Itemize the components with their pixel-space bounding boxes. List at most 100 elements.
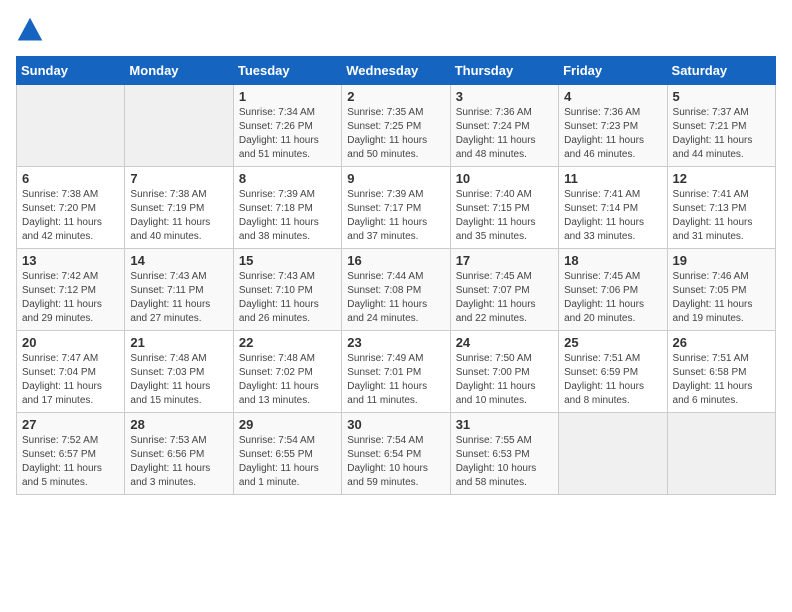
- calendar-cell: 7 Sunrise: 7:38 AMSunset: 7:19 PMDayligh…: [125, 167, 233, 249]
- day-info: Sunrise: 7:34 AMSunset: 7:26 PMDaylight:…: [239, 107, 319, 160]
- calendar-cell: 30 Sunrise: 7:54 AMSunset: 6:54 PMDaylig…: [342, 413, 450, 495]
- day-info: Sunrise: 7:36 AMSunset: 7:24 PMDaylight:…: [456, 107, 536, 160]
- calendar-cell: 6 Sunrise: 7:38 AMSunset: 7:20 PMDayligh…: [17, 167, 125, 249]
- day-number: 2: [347, 89, 444, 104]
- day-number: 3: [456, 89, 553, 104]
- calendar-cell: 9 Sunrise: 7:39 AMSunset: 7:17 PMDayligh…: [342, 167, 450, 249]
- day-number: 17: [456, 253, 553, 268]
- calendar-cell: 31 Sunrise: 7:55 AMSunset: 6:53 PMDaylig…: [450, 413, 558, 495]
- calendar-cell: [17, 85, 125, 167]
- calendar-cell: [125, 85, 233, 167]
- day-number: 28: [130, 417, 227, 432]
- day-info: Sunrise: 7:55 AMSunset: 6:53 PMDaylight:…: [456, 435, 537, 488]
- day-info: Sunrise: 7:38 AMSunset: 7:19 PMDaylight:…: [130, 189, 210, 242]
- calendar-week-row: 13 Sunrise: 7:42 AMSunset: 7:12 PMDaylig…: [17, 249, 776, 331]
- day-number: 9: [347, 171, 444, 186]
- day-number: 14: [130, 253, 227, 268]
- day-info: Sunrise: 7:43 AMSunset: 7:10 PMDaylight:…: [239, 271, 319, 324]
- weekday-header: Tuesday: [233, 57, 341, 85]
- calendar-cell: 23 Sunrise: 7:49 AMSunset: 7:01 PMDaylig…: [342, 331, 450, 413]
- calendar-cell: [559, 413, 667, 495]
- calendar-cell: 29 Sunrise: 7:54 AMSunset: 6:55 PMDaylig…: [233, 413, 341, 495]
- day-info: Sunrise: 7:51 AMSunset: 6:58 PMDaylight:…: [673, 353, 753, 406]
- day-info: Sunrise: 7:39 AMSunset: 7:17 PMDaylight:…: [347, 189, 427, 242]
- day-number: 27: [22, 417, 119, 432]
- calendar-cell: 15 Sunrise: 7:43 AMSunset: 7:10 PMDaylig…: [233, 249, 341, 331]
- day-number: 10: [456, 171, 553, 186]
- day-info: Sunrise: 7:36 AMSunset: 7:23 PMDaylight:…: [564, 107, 644, 160]
- day-info: Sunrise: 7:35 AMSunset: 7:25 PMDaylight:…: [347, 107, 427, 160]
- calendar-cell: 18 Sunrise: 7:45 AMSunset: 7:06 PMDaylig…: [559, 249, 667, 331]
- calendar-cell: 27 Sunrise: 7:52 AMSunset: 6:57 PMDaylig…: [17, 413, 125, 495]
- calendar-cell: 14 Sunrise: 7:43 AMSunset: 7:11 PMDaylig…: [125, 249, 233, 331]
- day-number: 1: [239, 89, 336, 104]
- calendar-cell: 26 Sunrise: 7:51 AMSunset: 6:58 PMDaylig…: [667, 331, 775, 413]
- calendar-cell: 19 Sunrise: 7:46 AMSunset: 7:05 PMDaylig…: [667, 249, 775, 331]
- calendar-cell: 2 Sunrise: 7:35 AMSunset: 7:25 PMDayligh…: [342, 85, 450, 167]
- day-number: 22: [239, 335, 336, 350]
- day-info: Sunrise: 7:51 AMSunset: 6:59 PMDaylight:…: [564, 353, 644, 406]
- weekday-header: Saturday: [667, 57, 775, 85]
- day-number: 31: [456, 417, 553, 432]
- day-number: 24: [456, 335, 553, 350]
- day-info: Sunrise: 7:41 AMSunset: 7:14 PMDaylight:…: [564, 189, 644, 242]
- day-info: Sunrise: 7:49 AMSunset: 7:01 PMDaylight:…: [347, 353, 427, 406]
- day-number: 30: [347, 417, 444, 432]
- calendar-header: SundayMondayTuesdayWednesdayThursdayFrid…: [17, 57, 776, 85]
- day-info: Sunrise: 7:46 AMSunset: 7:05 PMDaylight:…: [673, 271, 753, 324]
- calendar-cell: 3 Sunrise: 7:36 AMSunset: 7:24 PMDayligh…: [450, 85, 558, 167]
- day-number: 25: [564, 335, 661, 350]
- calendar-week-row: 1 Sunrise: 7:34 AMSunset: 7:26 PMDayligh…: [17, 85, 776, 167]
- day-info: Sunrise: 7:42 AMSunset: 7:12 PMDaylight:…: [22, 271, 102, 324]
- calendar-body: 1 Sunrise: 7:34 AMSunset: 7:26 PMDayligh…: [17, 85, 776, 495]
- day-info: Sunrise: 7:52 AMSunset: 6:57 PMDaylight:…: [22, 435, 102, 488]
- day-number: 8: [239, 171, 336, 186]
- calendar-cell: 17 Sunrise: 7:45 AMSunset: 7:07 PMDaylig…: [450, 249, 558, 331]
- day-info: Sunrise: 7:38 AMSunset: 7:20 PMDaylight:…: [22, 189, 102, 242]
- logo: [16, 16, 48, 44]
- weekday-header: Sunday: [17, 57, 125, 85]
- day-info: Sunrise: 7:47 AMSunset: 7:04 PMDaylight:…: [22, 353, 102, 406]
- calendar-cell: 5 Sunrise: 7:37 AMSunset: 7:21 PMDayligh…: [667, 85, 775, 167]
- calendar-cell: 24 Sunrise: 7:50 AMSunset: 7:00 PMDaylig…: [450, 331, 558, 413]
- day-number: 15: [239, 253, 336, 268]
- day-number: 21: [130, 335, 227, 350]
- calendar-cell: 16 Sunrise: 7:44 AMSunset: 7:08 PMDaylig…: [342, 249, 450, 331]
- day-info: Sunrise: 7:50 AMSunset: 7:00 PMDaylight:…: [456, 353, 536, 406]
- day-info: Sunrise: 7:53 AMSunset: 6:56 PMDaylight:…: [130, 435, 210, 488]
- day-number: 7: [130, 171, 227, 186]
- calendar-cell: 28 Sunrise: 7:53 AMSunset: 6:56 PMDaylig…: [125, 413, 233, 495]
- day-number: 12: [673, 171, 770, 186]
- day-info: Sunrise: 7:43 AMSunset: 7:11 PMDaylight:…: [130, 271, 210, 324]
- day-info: Sunrise: 7:54 AMSunset: 6:55 PMDaylight:…: [239, 435, 319, 488]
- day-info: Sunrise: 7:48 AMSunset: 7:02 PMDaylight:…: [239, 353, 319, 406]
- calendar-cell: 21 Sunrise: 7:48 AMSunset: 7:03 PMDaylig…: [125, 331, 233, 413]
- day-number: 23: [347, 335, 444, 350]
- calendar-cell: 4 Sunrise: 7:36 AMSunset: 7:23 PMDayligh…: [559, 85, 667, 167]
- day-number: 13: [22, 253, 119, 268]
- day-number: 6: [22, 171, 119, 186]
- day-info: Sunrise: 7:45 AMSunset: 7:07 PMDaylight:…: [456, 271, 536, 324]
- calendar-cell: 10 Sunrise: 7:40 AMSunset: 7:15 PMDaylig…: [450, 167, 558, 249]
- calendar-cell: 25 Sunrise: 7:51 AMSunset: 6:59 PMDaylig…: [559, 331, 667, 413]
- calendar-cell: 8 Sunrise: 7:39 AMSunset: 7:18 PMDayligh…: [233, 167, 341, 249]
- calendar-cell: [667, 413, 775, 495]
- weekday-header: Thursday: [450, 57, 558, 85]
- day-info: Sunrise: 7:44 AMSunset: 7:08 PMDaylight:…: [347, 271, 427, 324]
- weekday-header: Wednesday: [342, 57, 450, 85]
- calendar-cell: 1 Sunrise: 7:34 AMSunset: 7:26 PMDayligh…: [233, 85, 341, 167]
- day-number: 20: [22, 335, 119, 350]
- calendar-table: SundayMondayTuesdayWednesdayThursdayFrid…: [16, 56, 776, 495]
- day-info: Sunrise: 7:41 AMSunset: 7:13 PMDaylight:…: [673, 189, 753, 242]
- calendar-cell: 20 Sunrise: 7:47 AMSunset: 7:04 PMDaylig…: [17, 331, 125, 413]
- day-number: 18: [564, 253, 661, 268]
- calendar-cell: 11 Sunrise: 7:41 AMSunset: 7:14 PMDaylig…: [559, 167, 667, 249]
- day-number: 11: [564, 171, 661, 186]
- calendar-cell: 13 Sunrise: 7:42 AMSunset: 7:12 PMDaylig…: [17, 249, 125, 331]
- day-number: 26: [673, 335, 770, 350]
- day-number: 29: [239, 417, 336, 432]
- day-number: 5: [673, 89, 770, 104]
- calendar-cell: 22 Sunrise: 7:48 AMSunset: 7:02 PMDaylig…: [233, 331, 341, 413]
- day-info: Sunrise: 7:48 AMSunset: 7:03 PMDaylight:…: [130, 353, 210, 406]
- calendar-week-row: 20 Sunrise: 7:47 AMSunset: 7:04 PMDaylig…: [17, 331, 776, 413]
